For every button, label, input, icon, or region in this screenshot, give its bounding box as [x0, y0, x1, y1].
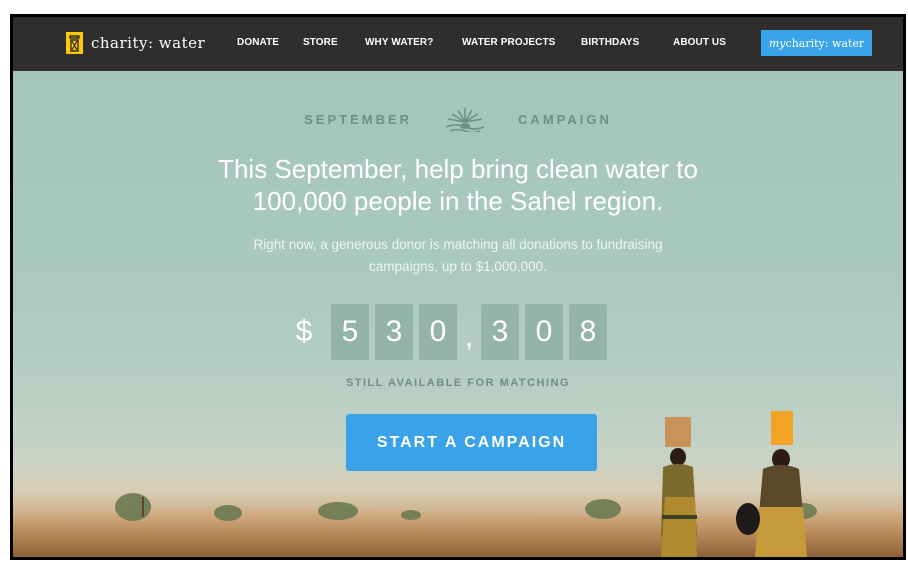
nav-store[interactable]: STORE: [303, 37, 338, 48]
nav-water-projects[interactable]: WATER PROJECTS: [462, 37, 555, 48]
counter-digit: 5: [331, 304, 369, 360]
counter-digit: 0: [525, 304, 563, 360]
counter-digit: 8: [569, 304, 607, 360]
counter-digit: 3: [375, 304, 413, 360]
logo-text: charity: water: [91, 34, 206, 52]
hero-headline: This September, help bring clean water t…: [218, 154, 698, 216]
counter-currency: $: [295, 315, 313, 348]
start-campaign-button[interactable]: START A CAMPAIGN: [346, 414, 597, 471]
campaign-label-campaign: CAMPAIGN: [518, 111, 612, 127]
mycharity-prefix: my: [768, 36, 786, 50]
mycharity-suffix: charity: water: [785, 36, 865, 50]
top-navigation: charity: water DONATE STORE WHY WATER? W…: [13, 17, 903, 71]
nav-why-water[interactable]: WHY WATER?: [365, 37, 433, 48]
campaign-label-september: SEPTEMBER: [304, 111, 413, 127]
nav-donate[interactable]: DONATE: [237, 37, 279, 48]
campaign-banner: SEPTEMBER CAMPAIGN: [13, 106, 903, 132]
mycharity-water-button[interactable]: my charity: water: [761, 30, 872, 56]
jerrycan-logo-icon: [66, 32, 83, 54]
counter-caption: STILL AVAILABLE FOR MATCHING: [345, 377, 571, 389]
counter-separator: ,: [464, 320, 474, 353]
counter-digit: 3: [481, 304, 519, 360]
page: charity: water DONATE STORE WHY WATER? W…: [13, 17, 903, 557]
counter-digit: 0: [419, 304, 457, 360]
nav-about-us[interactable]: ABOUT US: [673, 37, 726, 48]
logo[interactable]: charity: water: [66, 32, 205, 54]
hero-subtext: Right now, a generous donor is matching …: [253, 237, 663, 274]
nav-birthdays[interactable]: BIRTHDAYS: [581, 37, 639, 48]
sun-rays-icon: [445, 108, 485, 132]
matching-counter: $ 5 3 0 , 3 0 8: [293, 304, 613, 360]
